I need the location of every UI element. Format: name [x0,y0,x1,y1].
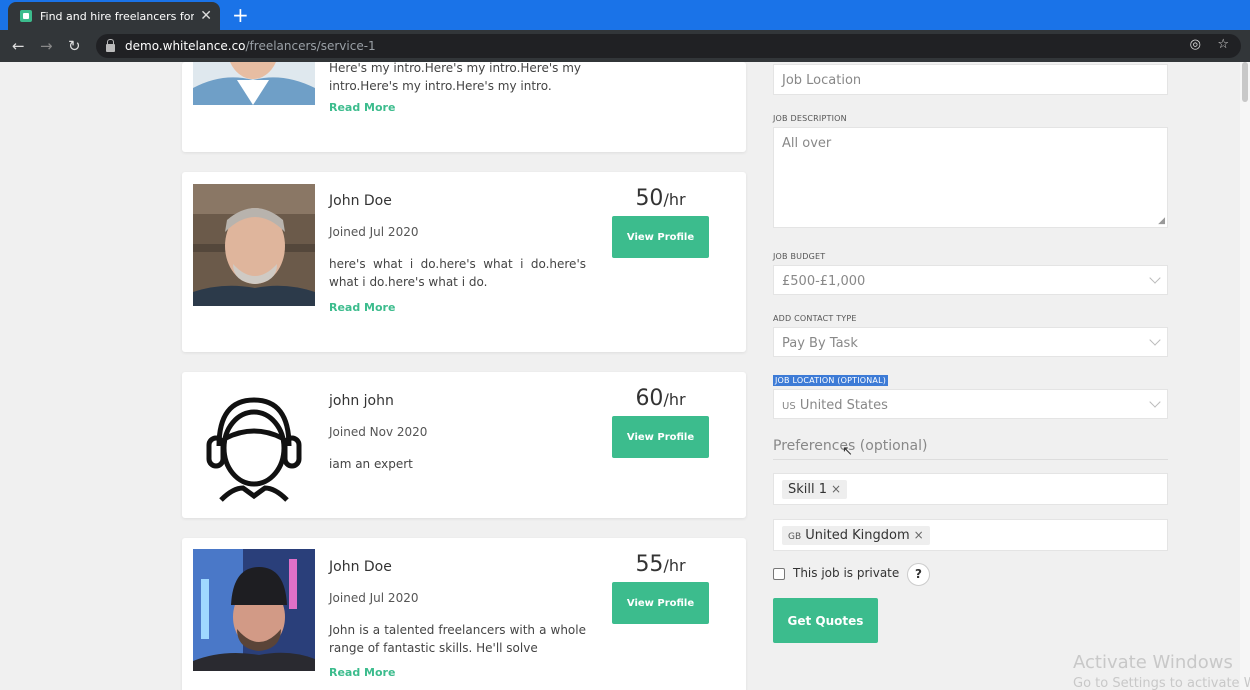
freelancer-intro: here's what i do.here's what i do.here's… [329,257,586,289]
chip-label: United Kingdom [805,528,910,543]
address-bar: ← → ↻ demo.whitelance.co/freelancers/ser… [0,30,1250,62]
private-job-label[interactable]: This job is private [793,566,899,580]
hourly-rate: 50/hr [612,186,709,211]
freelancer-card: John Doe Joined Jul 2020 here's what i d… [182,172,746,352]
country-code: GB [788,532,802,542]
new-tab-icon[interactable]: + [232,4,249,26]
chevron-down-icon [1149,334,1161,346]
reload-icon[interactable]: ↻ [68,37,81,55]
view-profile-button[interactable]: View Profile [612,216,709,258]
url-host: demo.whitelance.co [125,39,246,53]
tab-title: Find and hire freelancers for your [40,9,195,23]
view-profile-button[interactable]: View Profile [612,582,709,624]
job-location-select[interactable]: US United States [773,389,1168,419]
lock-icon [106,38,115,52]
freelancer-card: john john Joined Nov 2020 iam an expert … [182,372,746,518]
resize-handle-icon[interactable]: ◢ [1158,216,1165,226]
close-tab-icon[interactable]: ✕ [200,9,212,23]
skill-chip: Skill 1 × [782,480,848,499]
view-profile-button[interactable]: View Profile [612,416,709,458]
activate-windows-hint: Go to Settings to activate W [1073,676,1250,690]
freelancer-name[interactable]: John Doe [329,559,392,575]
rate-unit: /hr [663,556,686,575]
avatar-placeholder-icon [193,384,315,506]
joined-date: Joined Nov 2020 [329,425,428,439]
freelancer-intro: Here's my intro.Here's my intro.Here's m… [329,62,586,95]
job-location-optional-label: JOB LOCATION (OPTIONAL) [773,375,889,386]
intro-line: intro.Here's my intro.Here's my intro. [329,79,552,93]
freelancer-name[interactable]: John Doe [329,193,392,209]
job-location-input[interactable]: Job Location [773,64,1168,95]
url-path: /freelancers/service-1 [245,39,376,53]
freelancer-intro: John is a talented freelancers with a wh… [329,623,586,655]
rate-unit: /hr [663,190,686,209]
job-budget-value: £500-£1,000 [782,274,866,289]
joined-date: Joined Jul 2020 [329,225,419,239]
activate-windows-title: Activate Windows [1073,652,1233,673]
skills-tag-input[interactable]: Skill 1 × [773,473,1168,505]
scrollbar[interactable] [1240,62,1250,690]
job-description-value: All over [782,136,832,151]
joined-date: Joined Jul 2020 [329,591,419,605]
remove-chip-icon[interactable]: × [831,482,841,496]
job-location-value: US United States [782,398,888,413]
read-more-link[interactable]: Read More [329,301,395,314]
rate-value: 50 [635,186,664,211]
chip-label: Skill 1 [788,482,828,497]
get-quotes-button[interactable]: Get Quotes [773,598,878,643]
job-location-placeholder: Job Location [782,73,862,88]
chevron-down-icon [1149,396,1161,408]
back-arrow-icon[interactable]: ← [12,37,25,55]
read-more-link[interactable]: Read More [329,666,395,679]
freelancer-card: Here's my intro.Here's my intro.Here's m… [182,62,746,152]
url-field[interactable]: demo.whitelance.co/freelancers/service-1… [96,34,1241,58]
mouse-cursor-icon: ↖ [842,444,853,459]
star-icon[interactable]: ☆ [1217,37,1229,52]
remove-chip-icon[interactable]: × [914,528,924,542]
country-code: US [782,401,796,412]
read-more-link[interactable]: Read More [329,101,395,114]
job-budget-label: JOB BUDGET [773,252,826,261]
hourly-rate: 60/hr [612,386,709,411]
site-favicon-icon [20,10,32,22]
contact-type-select[interactable]: Pay By Task [773,327,1168,357]
intro-line: Here's my intro.Here's my intro.Here's m… [329,62,581,75]
job-description-textarea[interactable]: All over ◢ [773,127,1168,228]
freelancer-name[interactable]: john john [329,393,394,409]
rate-value: 55 [635,552,664,577]
job-budget-select[interactable]: £500-£1,000 [773,265,1168,295]
freelancer-photo [193,62,315,105]
country-name: United States [799,398,888,413]
freelancer-card: John Doe Joined Jul 2020 John is a talen… [182,538,746,690]
freelancer-intro: iam an expert [329,457,413,471]
eye-slash-icon[interactable]: ◎ [1190,37,1201,52]
freelancer-photo [193,549,315,671]
browser-tab[interactable]: Find and hire freelancers for your ✕ [8,2,220,30]
rate-value: 60 [635,386,664,411]
rate-unit: /hr [663,390,686,409]
browser-tab-bar: Find and hire freelancers for your ✕ + [0,0,1250,30]
job-description-label: JOB DESCRIPTION [773,114,847,123]
forward-arrow-icon[interactable]: → [40,37,53,55]
hourly-rate: 55/hr [612,552,709,577]
country-tag-input[interactable]: GB United Kingdom × [773,519,1168,551]
contact-type-value: Pay By Task [782,336,858,351]
help-icon[interactable]: ? [907,563,930,586]
freelancer-photo [193,184,315,306]
private-job-checkbox[interactable] [773,568,785,580]
preferences-label: Preferences (optional) [773,438,1168,460]
contact-type-label: ADD CONTACT TYPE [773,314,857,323]
country-chip: GB United Kingdom × [782,526,930,545]
chevron-down-icon [1149,272,1161,284]
